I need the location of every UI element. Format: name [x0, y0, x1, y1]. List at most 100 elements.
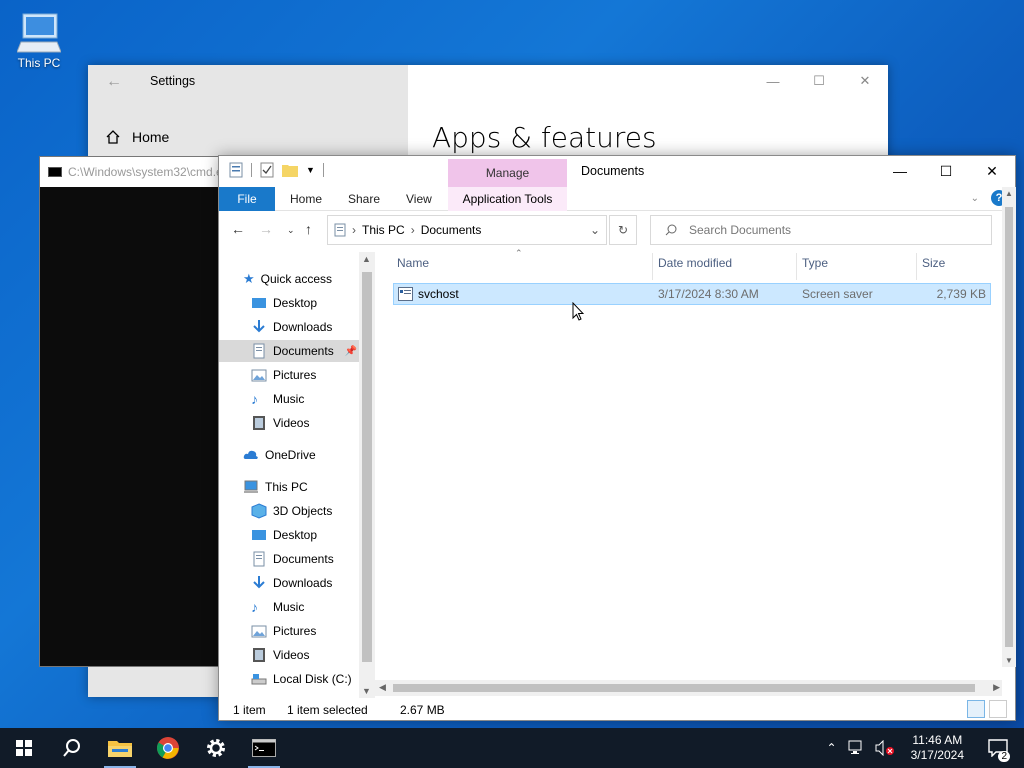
- column-header-size[interactable]: Size: [922, 256, 945, 278]
- folder-icon: [108, 741, 132, 757]
- clock-date: 3/17/2024: [910, 748, 964, 762]
- address-bar[interactable]: › This PC › Documents ⌄: [327, 215, 607, 245]
- start-button[interactable]: [0, 728, 48, 768]
- nav-pane-scrollbar[interactable]: ▲ ▼: [359, 252, 375, 698]
- action-center-button[interactable]: 2: [980, 728, 1016, 768]
- sidebar-item-this-pc[interactable]: This PC: [243, 476, 375, 498]
- tab-home[interactable]: Home: [290, 192, 322, 206]
- scrollbar-thumb[interactable]: [362, 272, 372, 662]
- title-bar[interactable]: ▼ Manage Documents — ☐ ✕: [219, 156, 1015, 187]
- column-header-name[interactable]: Name: [397, 256, 429, 278]
- content-scrollbar[interactable]: ▲ ▼: [1002, 187, 1016, 667]
- close-button[interactable]: ✕: [969, 156, 1015, 186]
- taskbar-file-explorer[interactable]: [96, 728, 144, 768]
- volume-muted-icon[interactable]: [875, 740, 895, 756]
- sidebar-item-quick-access[interactable]: ★ Quick access: [243, 268, 375, 290]
- download-icon: [253, 576, 265, 589]
- sidebar-item-onedrive[interactable]: OneDrive: [243, 444, 375, 466]
- settings-home-link[interactable]: Home: [106, 129, 169, 145]
- documents-icon: [253, 343, 265, 359]
- videos-icon: [253, 416, 265, 430]
- sidebar-item-music[interactable]: ♪ Music: [251, 596, 375, 618]
- horizontal-scrollbar[interactable]: ◀ ▶: [375, 680, 1002, 696]
- tab-view[interactable]: View: [406, 192, 432, 206]
- sidebar-item-documents[interactable]: Documents: [251, 548, 375, 570]
- star-icon: ★: [243, 271, 255, 286]
- large-icons-view-icon[interactable]: [989, 700, 1007, 718]
- tab-manage[interactable]: Manage: [448, 159, 567, 187]
- sidebar-item-desktop[interactable]: Desktop: [251, 524, 375, 546]
- back-button[interactable]: ←: [231, 221, 245, 237]
- new-folder-icon[interactable]: [282, 163, 298, 177]
- properties-icon[interactable]: [229, 162, 243, 178]
- customize-toolbar-icon[interactable]: ▼: [306, 165, 315, 175]
- column-header-type[interactable]: Type: [802, 256, 828, 278]
- taskbar-settings[interactable]: [192, 728, 240, 768]
- sidebar-item-local-disk[interactable]: Local Disk (C:): [251, 668, 375, 690]
- search-button[interactable]: [48, 728, 96, 768]
- sidebar-item-pictures[interactable]: Pictures 📌: [251, 364, 375, 386]
- table-row[interactable]: svchost 3/17/2024 8:30 AM Screen saver 2…: [393, 283, 991, 305]
- home-label: Home: [132, 129, 170, 145]
- column-header-date-modified[interactable]: Date modified: [658, 256, 732, 278]
- settings-title: Settings: [150, 74, 196, 88]
- sidebar-item-videos[interactable]: Videos: [251, 644, 375, 666]
- sidebar-item-label: Music: [273, 600, 305, 614]
- sidebar-item-label: Downloads: [273, 576, 333, 590]
- minimize-button[interactable]: —: [877, 156, 923, 186]
- documents-icon: [253, 551, 265, 567]
- minimize-button[interactable]: —: [750, 65, 796, 97]
- scroll-up-icon[interactable]: ▲: [1005, 189, 1013, 198]
- taskbar-cmd[interactable]: [240, 728, 288, 768]
- sidebar-item-documents[interactable]: Documents 📌: [219, 340, 359, 362]
- taskbar-chrome[interactable]: [144, 728, 192, 768]
- file-date: 3/17/2024 8:30 AM: [658, 287, 759, 301]
- sidebar-item-downloads[interactable]: Downloads: [251, 572, 375, 594]
- scroll-left-icon[interactable]: ◀: [379, 682, 386, 693]
- show-hidden-icons-icon[interactable]: ⌃: [827, 741, 837, 755]
- sidebar-item-downloads[interactable]: Downloads 📌: [251, 316, 375, 338]
- sidebar-item-label: Downloads: [273, 320, 333, 334]
- chrome-icon: [157, 737, 179, 759]
- scrollbar-thumb[interactable]: [1005, 207, 1013, 647]
- search-input[interactable]: Search Documents: [689, 223, 791, 237]
- sidebar-item-label: Desktop: [273, 296, 318, 310]
- expand-ribbon-icon[interactable]: ⌄: [971, 193, 979, 204]
- refresh-button[interactable]: ↻: [609, 215, 637, 245]
- sidebar-item-desktop[interactable]: Desktop 📌: [251, 292, 375, 314]
- status-size: 2.67 MB: [400, 703, 445, 717]
- file-explorer-window[interactable]: ▼ Manage Documents — ☐ ✕ File Home Share…: [218, 155, 1016, 721]
- forward-button[interactable]: →: [259, 221, 273, 237]
- tab-share[interactable]: Share: [348, 192, 380, 206]
- scrollbar-thumb[interactable]: [393, 684, 975, 692]
- cmd-window[interactable]: C:\Windows\system32\cmd.exe: [39, 156, 224, 667]
- recent-locations-button[interactable]: ⌄: [287, 225, 295, 236]
- network-icon[interactable]: [847, 740, 865, 756]
- up-button[interactable]: ↑: [305, 221, 312, 237]
- sidebar-item-3d-objects[interactable]: 3D Objects: [251, 500, 375, 522]
- breadcrumb-documents[interactable]: Documents: [421, 223, 482, 237]
- sidebar-item-videos[interactable]: Videos: [251, 412, 375, 434]
- scroll-up-icon[interactable]: ▲: [362, 254, 371, 264]
- sidebar-item-label: 3D Objects: [273, 504, 333, 518]
- sidebar-item-music[interactable]: ♪ Music: [251, 388, 375, 410]
- breadcrumb-this-pc[interactable]: This PC: [362, 223, 405, 237]
- maximize-button[interactable]: ☐: [796, 65, 842, 97]
- details-view-icon[interactable]: [967, 700, 985, 718]
- clock[interactable]: 11:46 AM 3/17/2024: [905, 733, 970, 763]
- tab-application-tools[interactable]: Application Tools: [448, 187, 567, 211]
- back-arrow-icon[interactable]: ←: [106, 73, 122, 91]
- maximize-button[interactable]: ☐: [923, 156, 969, 186]
- search-box[interactable]: Search Documents: [650, 215, 992, 245]
- check-icon[interactable]: [260, 162, 274, 178]
- pin-icon: 📌: [344, 345, 357, 357]
- tab-file[interactable]: File: [219, 187, 275, 211]
- address-dropdown-icon[interactable]: ⌄: [590, 223, 606, 237]
- scroll-down-icon[interactable]: ▼: [1005, 656, 1013, 665]
- close-button[interactable]: ✕: [842, 65, 888, 97]
- desktop-icon-this-pc[interactable]: This PC: [12, 8, 66, 70]
- scroll-down-icon[interactable]: ▼: [362, 686, 371, 696]
- breadcrumb-separator-icon: ›: [352, 223, 356, 237]
- sidebar-item-pictures[interactable]: Pictures: [251, 620, 375, 642]
- scroll-right-icon[interactable]: ▶: [993, 682, 1000, 693]
